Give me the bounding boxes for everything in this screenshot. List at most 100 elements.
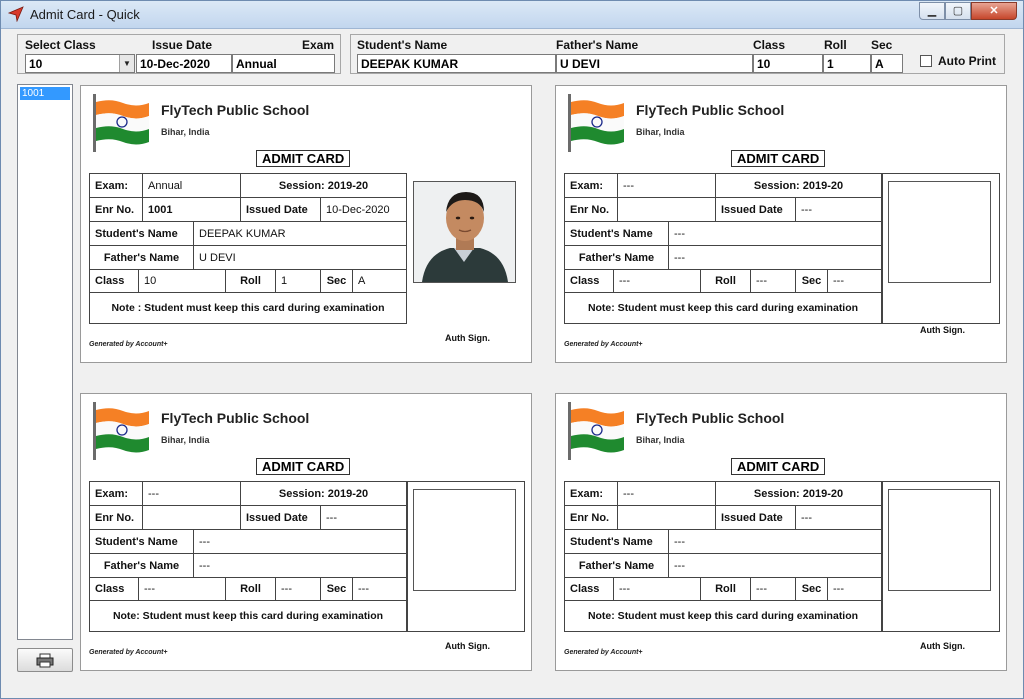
roll-label: Roll	[700, 270, 750, 292]
enr-row: Enr No. Issued Date ---	[565, 506, 881, 530]
sec-input[interactable]: A	[871, 54, 903, 73]
generated-by-label: Generated by Account+	[564, 341, 643, 348]
sec-label: Sec	[871, 38, 893, 52]
student-class-input[interactable]: 10	[753, 54, 823, 73]
roll-label: Roll	[824, 38, 847, 52]
auth-sign-label: Auth Sign.	[920, 325, 965, 335]
student-name-label: Student's Name	[95, 535, 178, 548]
school-location: Bihar, India	[636, 127, 685, 137]
exam-row: Exam: --- Session: 2019-20	[565, 482, 881, 506]
minimize-button[interactable]: ▁	[919, 2, 945, 20]
issued-date-label: Issued Date	[715, 506, 795, 529]
sec-label: Sec	[795, 578, 827, 600]
admit-card-1: FlyTech Public School Bihar, India ADMIT…	[80, 85, 532, 363]
india-flag-icon	[93, 402, 149, 460]
chevron-down-icon[interactable]: ▼	[119, 55, 134, 72]
admit-card-title: ADMIT CARD	[731, 458, 826, 475]
class-value: ---	[613, 270, 700, 292]
auto-print-checkbox[interactable]	[920, 55, 932, 67]
session-label: Session: 2019-20	[715, 482, 881, 505]
note-text: Note: Student must keep this card during…	[587, 302, 859, 314]
admit-card-4: FlyTech Public School Bihar, India ADMIT…	[555, 393, 1007, 671]
sec-label: Sec	[795, 270, 827, 292]
student-photo-image	[414, 182, 515, 282]
exam-value: ---	[617, 482, 715, 505]
sec-value: ---	[352, 578, 406, 600]
title-bar[interactable]: Admit Card - Quick ▁ ▢ ✕	[1, 1, 1023, 29]
roll-label: Roll	[225, 578, 275, 600]
student-photo	[413, 181, 516, 283]
issued-date-label: Issued Date	[715, 198, 795, 221]
student-name-input[interactable]: DEEPAK KUMAR	[357, 54, 556, 73]
class-value: 10	[138, 270, 225, 292]
exam-row: Exam: Annual Session: 2019-20	[90, 174, 406, 198]
roll-input[interactable]: 1	[823, 54, 871, 73]
sec-label: Sec	[320, 578, 352, 600]
enr-row: Enr No. Issued Date ---	[565, 198, 881, 222]
close-button[interactable]: ✕	[971, 2, 1017, 20]
roll-value: ---	[275, 578, 320, 600]
note-row: Note: Student must keep this card during…	[565, 601, 881, 631]
window-title: Admit Card - Quick	[30, 7, 140, 22]
photo-placeholder	[888, 489, 991, 591]
admit-card-title: ADMIT CARD	[256, 150, 351, 167]
sec-value: ---	[827, 270, 881, 292]
school-name: FlyTech Public School	[636, 410, 785, 426]
student-name-label: Student's Name	[570, 227, 653, 240]
class-row: Class --- Roll --- Sec ---	[90, 578, 406, 601]
class-select[interactable]: 10 ▼	[25, 54, 135, 73]
student-row: Student's Name ---	[565, 222, 881, 246]
enr-row: Enr No. Issued Date ---	[90, 506, 406, 530]
school-location: Bihar, India	[161, 127, 210, 137]
note-row: Note : Student must keep this card durin…	[90, 293, 406, 323]
class-row: Class --- Roll --- Sec ---	[565, 270, 881, 293]
exam-input[interactable]: Annual	[232, 54, 335, 73]
maximize-button[interactable]: ▢	[945, 2, 971, 20]
class-row: Class 10 Roll 1 Sec A	[90, 270, 406, 293]
enr-label: Enr No.	[95, 511, 135, 524]
student-name-label: Student's Name	[95, 227, 178, 240]
roll-value: 1	[275, 270, 320, 292]
school-name: FlyTech Public School	[161, 410, 310, 426]
issued-date-value: ---	[795, 506, 881, 529]
father-row: Father's Name U DEVI	[90, 246, 406, 270]
list-item[interactable]: 1001	[20, 87, 70, 100]
father-name-label: Father's Name	[578, 251, 655, 264]
school-location: Bihar, India	[636, 435, 685, 445]
father-row: Father's Name ---	[90, 554, 406, 578]
enr-value	[617, 198, 715, 221]
father-name-value: U DEVI	[193, 246, 406, 269]
exam-label: Exam:	[95, 179, 129, 192]
school-name: FlyTech Public School	[161, 102, 310, 118]
india-flag-icon	[568, 94, 624, 152]
father-name-input[interactable]: U DEVI	[556, 54, 753, 73]
exam-value: ---	[617, 174, 715, 197]
print-button[interactable]	[17, 648, 73, 672]
issue-date-input[interactable]: 10-Dec-2020	[136, 54, 232, 73]
admit-card-table: Exam: --- Session: 2019-20 Enr No. Issue…	[564, 173, 882, 324]
client-area: Select Class Issue Date Exam 10 ▼ 10-Dec…	[7, 30, 1017, 694]
sec-label: Sec	[320, 270, 352, 292]
session-label: Session: 2019-20	[240, 482, 406, 505]
enr-value	[617, 506, 715, 529]
student-name-label: Student's Name	[570, 535, 653, 548]
roll-value: ---	[750, 270, 795, 292]
note-row: Note: Student must keep this card during…	[565, 293, 881, 323]
enrollment-list[interactable]: 1001	[17, 84, 73, 640]
student-row: Student's Name ---	[565, 530, 881, 554]
issued-date-label: Issued Date	[240, 198, 320, 221]
auto-print-option[interactable]: Auto Print	[920, 54, 996, 68]
india-flag-icon	[568, 402, 624, 460]
app-arrow-icon	[8, 6, 24, 22]
student-name-label: Student's Name	[357, 38, 448, 52]
admit-card-table: Exam: Annual Session: 2019-20 Enr No. 10…	[89, 173, 407, 324]
note-row: Note: Student must keep this card during…	[90, 601, 406, 631]
student-name-value: ---	[193, 530, 406, 553]
photo-placeholder	[888, 181, 991, 283]
father-name-label: Father's Name	[556, 38, 639, 52]
admit-card-window: Admit Card - Quick ▁ ▢ ✕ Select Class Is…	[0, 0, 1024, 699]
issued-date-value: ---	[320, 506, 406, 529]
student-row: Student's Name ---	[90, 530, 406, 554]
student-info-group: Student's Name Father's Name Class Roll …	[350, 34, 1005, 74]
photo-placeholder	[413, 489, 516, 591]
